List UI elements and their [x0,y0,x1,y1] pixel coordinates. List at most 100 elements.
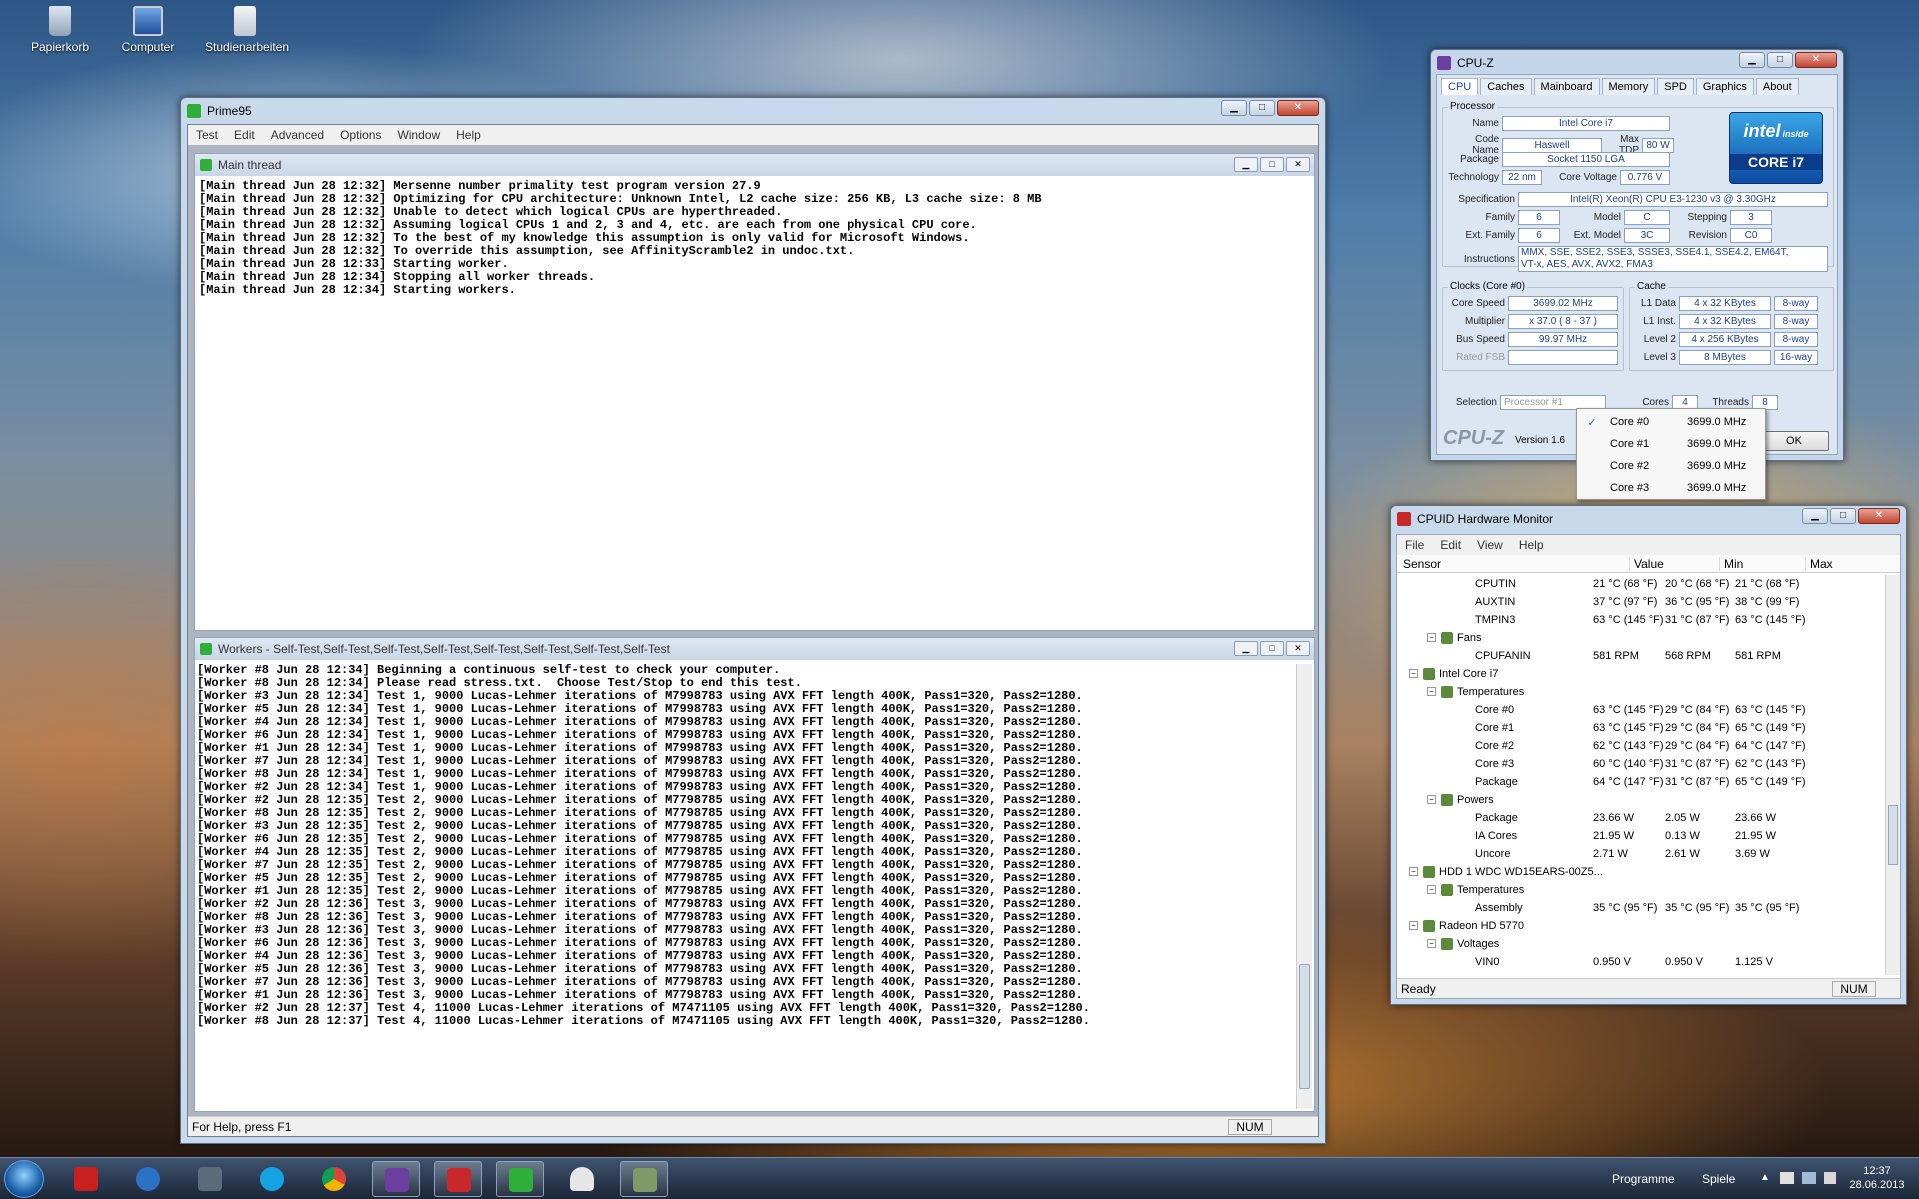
desktop-icon-papierkorb[interactable]: Papierkorb [20,6,100,54]
dropdown-item-core0[interactable]: ✓ Core #0 3699.0 MHz [1577,411,1765,433]
tray-expand-icon[interactable]: ▲ [1760,1172,1770,1183]
tree-collapse-icon[interactable]: − [1409,669,1418,678]
tab-memory[interactable]: Memory [1601,78,1656,95]
clock[interactable]: 12:37 28.06.2013 [1842,1164,1912,1192]
tree-collapse-icon[interactable]: − [1427,939,1436,948]
sensor-row[interactable]: Core #0 63 °C (145 °F) 29 °C (84 °F) 63 °C … [1397,701,1884,719]
menu-test[interactable]: Test [188,128,226,142]
toolbar-programme[interactable]: Programme [1612,1172,1675,1186]
taskbar-foobar[interactable] [558,1161,606,1197]
tree-collapse-icon[interactable]: − [1409,867,1418,876]
tab-mainboard[interactable]: Mainboard [1533,78,1600,95]
sensor-row[interactable]: − Radeon HD 5770 [1397,917,1884,935]
column-header-sensor[interactable]: Sensor [1403,557,1441,571]
network-icon[interactable] [1802,1172,1816,1184]
processor-group: Processor Name Intel Core i7 Code Name Has… [1442,101,1834,272]
menu-edit[interactable]: Edit [226,128,263,142]
tab-graphics[interactable]: Graphics [1695,78,1754,95]
sensor-row[interactable]: Core #1 63 °C (145 °F) 29 °C (84 °F) 65 °C … [1397,719,1884,737]
taskbar-prime95[interactable] [496,1161,544,1197]
taskbar-audio[interactable] [62,1161,110,1197]
taskbar-monitor[interactable] [620,1161,668,1197]
menu-help[interactable]: Help [448,128,489,142]
mdi-close-button[interactable]: ✕ [1286,641,1310,656]
sensor-row[interactable]: AUXTIN 37 °C (97 °F) 36 °C (95 °F) 38 °C (9… [1397,593,1884,611]
menu-file[interactable]: File [1397,538,1432,552]
maximize-button[interactable]: □ [1767,52,1793,68]
desktop-icon-computer[interactable]: Computer [108,6,188,54]
sensor-row[interactable]: VIN0 0.950 V 0.950 V 1.125 V [1397,953,1884,971]
mdi-maximize-button[interactable]: □ [1260,157,1284,172]
desktop-icon-studienarbeiten[interactable]: Studienarbeiten [205,6,289,54]
tab-spd[interactable]: SPD [1657,78,1694,95]
action-center-icon[interactable] [1780,1172,1794,1184]
sensor-row[interactable]: − Temperatures [1397,683,1884,701]
sensor-row[interactable]: IA Cores 21.95 W 0.13 W 21.95 W [1397,827,1884,845]
dropdown-item-core3[interactable]: Core #3 3699.0 MHz [1577,477,1765,499]
close-button[interactable]: ✕ [1277,100,1319,116]
sensor-row[interactable]: − Temperatures [1397,881,1884,899]
taskbar-cpuz[interactable] [372,1161,420,1197]
vertical-scrollbar[interactable] [1885,575,1900,975]
menu-view[interactable]: View [1469,538,1511,552]
menu-edit[interactable]: Edit [1432,538,1469,552]
sensor-row[interactable]: TMPIN3 63 °C (145 °F) 31 °C (87 °F) 63 °C (… [1397,611,1884,629]
sensor-row[interactable]: Package 64 °C (147 °F) 31 °C (87 °F) 65 °C … [1397,773,1884,791]
mdi-minimize-button[interactable]: ▁ [1234,641,1258,656]
sensor-row[interactable]: Core #3 60 °C (140 °F) 31 °C (87 °F) 62 °C … [1397,755,1884,773]
sensor-row[interactable]: CPUTIN 21 °C (68 °F) 20 °C (68 °F) 21 °C (6… [1397,575,1884,593]
taskbar-skype[interactable] [248,1161,296,1197]
mdi-maximize-button[interactable]: □ [1260,641,1284,656]
menu-options[interactable]: Options [332,128,389,142]
taskbar-thunderbird[interactable] [124,1161,172,1197]
tree-collapse-icon[interactable]: − [1409,921,1418,930]
menu-help[interactable]: Help [1511,538,1552,552]
column-header-min[interactable]: Min [1719,557,1743,571]
volume-icon[interactable] [1824,1172,1836,1184]
minimize-button[interactable]: ▁ [1802,508,1828,524]
column-header-value[interactable]: Value [1629,557,1664,571]
tree-collapse-icon[interactable]: − [1427,633,1436,642]
taskbar-xbmc[interactable] [186,1161,234,1197]
scrollbar-thumb[interactable] [1888,805,1898,865]
workers-titlebar[interactable]: Workers - Self-Test,Self-Test,Self-Test,… [195,638,1314,660]
minimize-button[interactable]: ▁ [1221,100,1247,116]
tree-collapse-icon[interactable]: − [1427,687,1436,696]
sensor-row[interactable]: Core #2 62 °C (143 °F) 29 °C (84 °F) 64 °C … [1397,737,1884,755]
minimize-button[interactable]: ▁ [1739,52,1765,68]
vertical-scrollbar[interactable] [1296,664,1312,1109]
sensor-row[interactable]: − Powers [1397,791,1884,809]
dropdown-item-core2[interactable]: Core #2 3699.0 MHz [1577,455,1765,477]
column-header-max[interactable]: Max [1805,557,1833,571]
taskbar-chrome[interactable] [310,1161,358,1197]
tab-cpu[interactable]: CPU [1441,78,1479,95]
sensor-row[interactable]: − HDD 1 WDC WD15EARS-00Z5... [1397,863,1884,881]
main-thread-titlebar[interactable]: Main thread [195,154,1314,176]
prime95-titlebar[interactable]: Prime95 [181,98,1325,124]
tree-collapse-icon[interactable]: − [1427,795,1436,804]
toolbar-spiele[interactable]: Spiele [1702,1172,1735,1186]
tab-caches[interactable]: Caches [1480,78,1532,95]
close-button[interactable]: ✕ [1795,52,1837,68]
sensor-row[interactable]: − Voltages [1397,935,1884,953]
sensor-row[interactable]: − Fans [1397,629,1884,647]
sensor-row[interactable]: Assembly 35 °C (95 °F) 35 °C (95 °F) 35 °C … [1397,899,1884,917]
sensor-row[interactable]: Uncore 2.71 W 2.61 W 3.69 W [1397,845,1884,863]
menu-advanced[interactable]: Advanced [263,128,332,142]
start-button[interactable] [4,1160,44,1198]
taskbar-hwmonitor[interactable] [434,1161,482,1197]
maximize-button[interactable]: □ [1830,508,1856,524]
menu-window[interactable]: Window [389,128,448,142]
maximize-button[interactable]: □ [1249,100,1275,116]
sensor-row[interactable]: Package 23.66 W 2.05 W 23.66 W [1397,809,1884,827]
sensor-row[interactable]: CPUFANIN 581 RPM 568 RPM 581 RPM [1397,647,1884,665]
close-button[interactable]: ✕ [1858,508,1900,524]
dropdown-item-core1[interactable]: Core #1 3699.0 MHz [1577,433,1765,455]
scrollbar-thumb[interactable] [1299,964,1310,1089]
tree-collapse-icon[interactable]: − [1427,885,1436,894]
mdi-minimize-button[interactable]: ▁ [1234,157,1258,172]
sensor-row[interactable]: − Intel Core i7 [1397,665,1884,683]
mdi-close-button[interactable]: ✕ [1286,157,1310,172]
tab-about[interactable]: About [1755,78,1799,95]
ok-button[interactable]: OK [1759,431,1829,451]
